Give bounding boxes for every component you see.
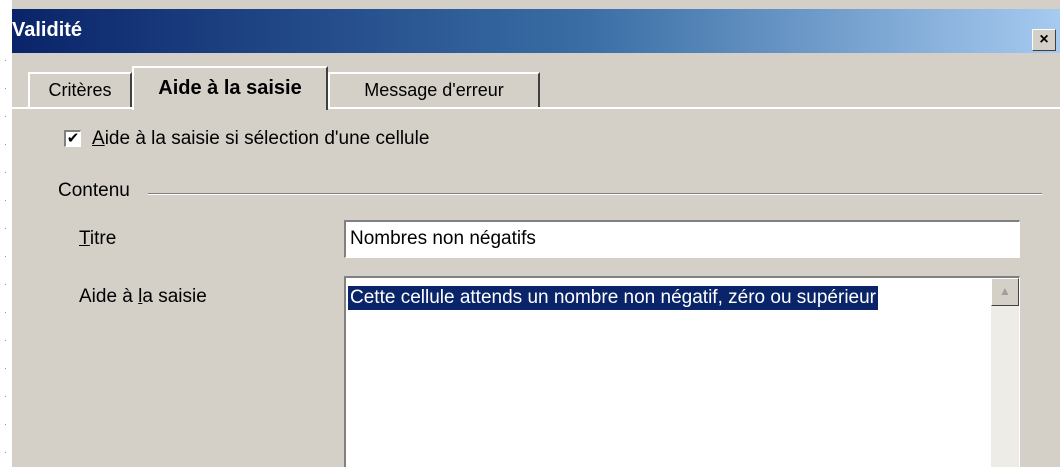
close-icon: × xyxy=(1039,31,1049,48)
scroll-up-button[interactable]: ▲ xyxy=(991,278,1019,306)
enable-help-label-text: ide à la saisie si sélection d'une cellu… xyxy=(104,128,430,149)
title-label-mnemonic: T xyxy=(79,228,90,249)
title-input[interactable]: Nombres non négatifs xyxy=(344,220,1020,258)
title-bar[interactable]: Validité × xyxy=(12,9,1060,53)
help-scrollbar[interactable]: ▲ xyxy=(991,278,1019,467)
arrow-up-icon: ▲ xyxy=(999,284,1011,298)
contenu-group-title: Contenu xyxy=(58,180,130,201)
close-button[interactable]: × xyxy=(1032,29,1056,51)
title-label: Titre xyxy=(79,228,116,250)
tab-aide-saisie[interactable]: Aide à la saisie xyxy=(132,66,328,110)
help-label-after: a saisie xyxy=(142,286,207,307)
checkmark-icon: ✔ xyxy=(66,130,80,147)
enable-help-label-mnemonic: A xyxy=(92,128,105,149)
group-divider xyxy=(148,193,1042,195)
help-text-area[interactable]: Cette cellule attends un nombre non néga… xyxy=(344,276,1020,467)
tab-criteres[interactable]: Critères xyxy=(28,72,132,108)
help-text-value[interactable]: Cette cellule attends un nombre non néga… xyxy=(348,286,878,310)
dialog-title: Validité xyxy=(12,19,83,41)
background-strip xyxy=(0,0,12,467)
tab-message-erreur[interactable]: Message d'erreur xyxy=(328,72,540,108)
enable-help-checkbox[interactable]: ✔ xyxy=(64,130,81,147)
help-label-before: Aide à xyxy=(79,286,139,307)
title-label-text: itre xyxy=(89,228,117,249)
validity-dialog: Validité × Critères Aide à la saisie Mes… xyxy=(12,0,1060,467)
help-text-label: Aide à la saisie xyxy=(79,286,207,308)
ruler-dots xyxy=(5,60,6,460)
enable-help-label[interactable]: Aide à la saisie si sélection d'une cell… xyxy=(92,128,429,150)
